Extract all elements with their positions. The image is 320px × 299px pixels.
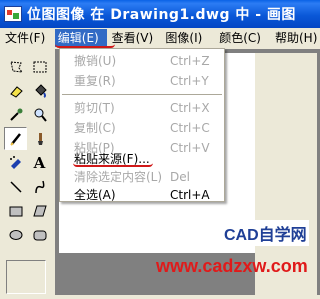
rectangle-tool-icon[interactable] [4,199,27,222]
text-tool-icon[interactable]: A [28,151,51,174]
edit-menu-dropdown: 撤销(U) Ctrl+Z 重复(R) Ctrl+Y 剪切(T) Ctrl+X 复制(C… [59,48,225,202]
menu-file[interactable]: 文件(F) [2,29,55,47]
menu-image[interactable]: 图像(I) [162,29,214,47]
menu-bar: 文件(F) 编辑(E) 查看(V) 图像(I) 颜色(C) 帮助(H) [0,28,320,48]
menu-item-cut[interactable]: 剪切(T) Ctrl+X [60,98,224,118]
tool-options-panel[interactable] [6,260,46,294]
menu-item-undo[interactable]: 撤销(U) Ctrl+Z [60,51,224,71]
menu-help[interactable]: 帮助(H) [272,29,320,47]
brush-icon[interactable] [28,127,51,150]
airbrush-icon[interactable] [4,151,27,174]
fill-bucket-icon[interactable] [28,79,51,102]
menu-item-clear-selection[interactable]: 清除选定内容(L) Del [60,167,224,187]
tool-box: A [0,49,54,295]
menu-view[interactable]: 查看(V) [109,29,161,47]
menu-item-copy[interactable]: 复制(C) Ctrl+C [60,118,224,138]
curve-tool-icon[interactable] [28,175,51,198]
menu-color[interactable]: 颜色(C) [216,29,268,47]
window-title: 位图图像 在 Drawing1.dwg 中 - 画图 [27,7,296,23]
menu-separator [62,94,222,95]
pencil-icon[interactable] [4,127,27,150]
menu-item-redo[interactable]: 重复(R) Ctrl+Y [60,71,224,91]
line-tool-icon[interactable] [4,175,27,198]
color-picker-icon[interactable] [4,103,27,126]
menu-item-select-all[interactable]: 全选(A) Ctrl+A [60,185,224,205]
magnifier-icon[interactable] [28,103,51,126]
rect-select-icon[interactable] [28,55,51,78]
paint-app-icon[interactable] [4,6,22,22]
rounded-rectangle-tool-icon[interactable] [28,223,51,246]
watermark-logo: CAD自学网 [222,220,309,246]
ellipse-tool-icon[interactable] [4,223,27,246]
watermark-url: www.cadzxw.com [156,256,308,276]
eraser-icon[interactable] [4,79,27,102]
polygon-tool-icon[interactable] [28,199,51,222]
free-select-icon[interactable] [4,55,27,78]
title-bar: 位图图像 在 Drawing1.dwg 中 - 画图 [0,0,320,28]
